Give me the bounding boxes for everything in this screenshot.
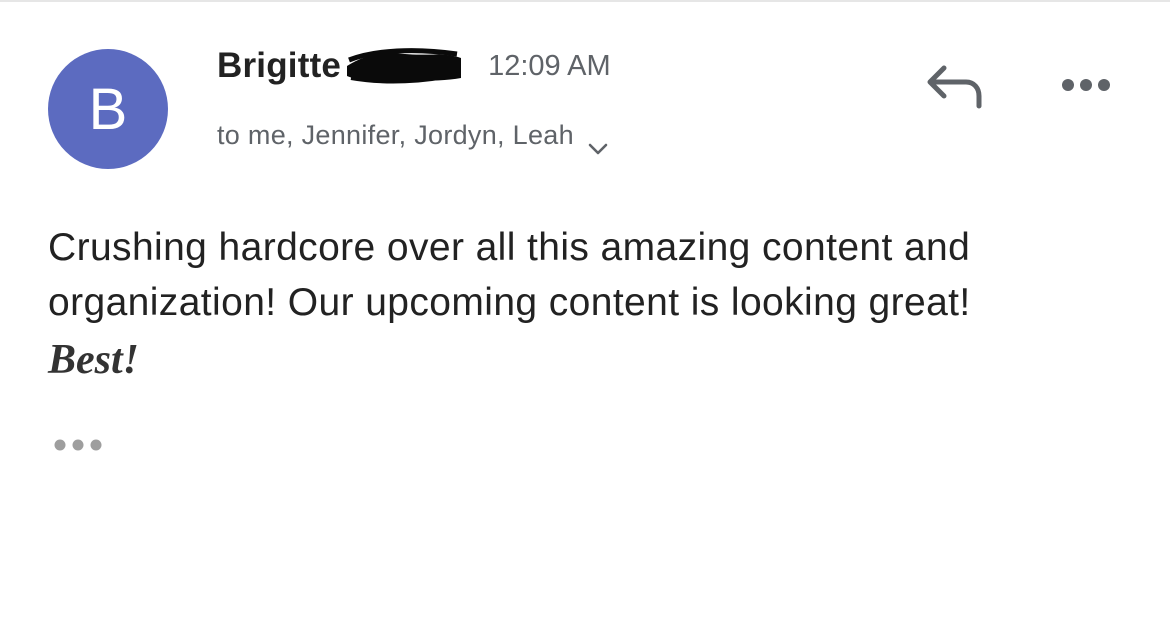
recipients-row[interactable]: to me, Jennifer, Jordyn, Leah — [217, 116, 608, 155]
more-horizontal-icon — [1062, 79, 1110, 91]
chevron-down-icon[interactable] — [588, 132, 608, 155]
reply-icon — [927, 65, 982, 109]
signoff: Best! — [48, 337, 140, 383]
top-divider — [0, 0, 1170, 2]
ellipsis-icon — [54, 439, 102, 451]
reply-button[interactable] — [922, 60, 988, 114]
more-options-button[interactable] — [1055, 70, 1117, 100]
show-trimmed-content-button[interactable] — [52, 436, 106, 454]
message-line: Crushing hardcore over all this amazing … — [48, 226, 971, 269]
avatar[interactable]: B — [48, 49, 168, 169]
avatar-letter: B — [88, 76, 128, 142]
message-body: Crushing hardcore over all this amazing … — [48, 220, 1138, 330]
timestamp: 12:09 AM — [488, 49, 611, 82]
recipients-text: to me, Jennifer, Jordyn, Leah — [217, 119, 574, 150]
message-line: organization! Our upcoming content is lo… — [48, 281, 971, 324]
redaction-scribble — [345, 48, 463, 84]
sender-name[interactable]: Brigitte — [217, 46, 341, 86]
sender-row: Brigitte 12:09 AM — [217, 44, 611, 88]
